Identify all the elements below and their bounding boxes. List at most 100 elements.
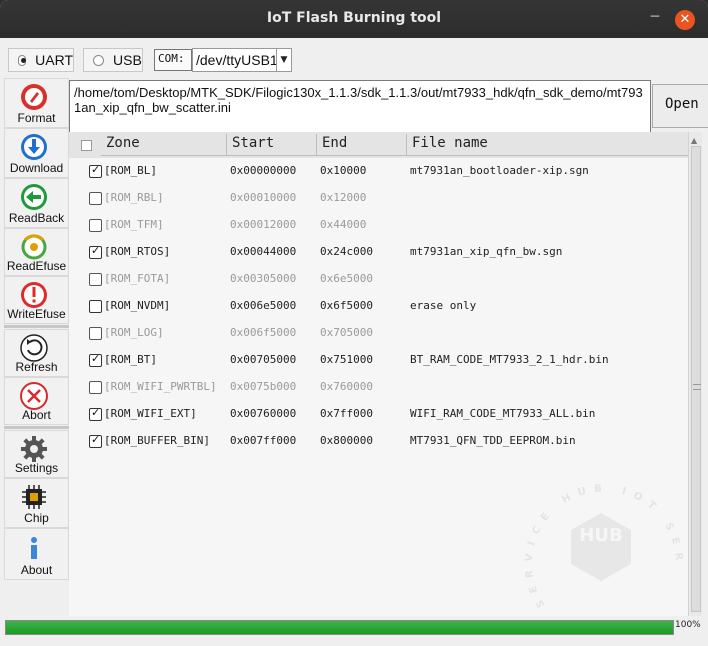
title-bar: IoT Flash Burning tool ─ ✕ [0,0,708,38]
chip-icon [22,485,46,509]
readback-button[interactable]: ReadBack [4,178,69,228]
row-checkbox[interactable] [89,273,102,286]
format-button[interactable]: Format [4,78,69,128]
start-cell: 0x00012000 [230,218,297,231]
minimize-button[interactable]: ─ [647,10,663,28]
usb-radio-option[interactable]: USB [83,48,143,72]
zone-cell: [ROM_WIFI_EXT] [104,407,197,420]
row-checkbox[interactable] [89,327,102,340]
table-row[interactable]: [ROM_BT] 0x00705000 0x751000 BT_RAM_CODE_MT… [69,347,688,374]
end-cell: 0x12000 [320,191,367,204]
row-checkbox[interactable] [89,381,102,394]
start-cell: 0x00010000 [230,191,297,204]
about-button[interactable]: About [4,528,69,580]
uart-radio-option[interactable]: UART [8,48,74,72]
table-row[interactable]: [ROM_RTOS] 0x00044000 0x24c000 mt7931an_xip… [69,239,688,266]
zone-cell: [ROM_LOG] [104,326,164,339]
open-button[interactable]: Open [652,84,708,128]
download-icon [21,134,47,160]
usb-label: USB [113,52,142,68]
progress-bar [5,620,674,635]
zone-cell: [ROM_BL] [104,164,157,177]
row-checkbox[interactable] [89,219,102,232]
end-cell: 0x7ff000 [320,407,373,420]
refresh-label: Refresh [15,360,58,374]
start-cell: 0x00305000 [230,272,297,285]
end-cell: 0x800000 [320,434,373,447]
abort-button[interactable]: Abort [4,377,69,425]
app-window: IoT Flash Burning tool ─ ✕ UART USB COM:… [0,0,708,646]
window-title: IoT Flash Burning tool [266,10,442,26]
scrollbar-grip [693,384,701,390]
write-efuse-button[interactable]: WriteEfuse [4,276,69,324]
read-efuse-label: ReadEfuse [6,259,67,273]
zone-cell: [ROM_NVDM] [104,299,171,312]
start-cell: 0x00000000 [230,164,297,177]
table-row[interactable]: [ROM_NVDM] 0x006e5000 0x6f5000 erase only [69,293,688,320]
file-name-cell: mt7931an_xip_qfn_bw.sgn [410,245,563,258]
end-cell: 0x760000 [320,380,373,393]
row-checkbox[interactable] [89,192,102,205]
start-cell: 0x007ff000 [230,434,297,447]
vertical-scrollbar[interactable]: ▲ [688,132,702,616]
abort-icon [20,382,48,410]
readback-icon [21,184,47,210]
table-row[interactable]: [ROM_WIFI_PWRTBL] 0x0075b000 0x760000 [69,374,688,401]
column-header-end[interactable]: End [317,134,407,156]
end-cell: 0x44000 [320,218,367,231]
zone-cell: [ROM_BT] [104,353,157,366]
download-button[interactable]: Download [4,128,69,178]
row-checkbox[interactable] [89,406,102,421]
chevron-down-icon[interactable]: ▼ [276,49,291,71]
row-checkbox[interactable] [89,300,102,313]
column-header-file-name[interactable]: File name [407,134,688,156]
info-icon [31,537,37,559]
progress-percent: 100% [675,620,701,630]
gear-icon [21,436,47,462]
watermark-logo-letters: HUB [579,525,622,546]
sidebar-divider [4,325,69,328]
row-checkbox[interactable] [89,352,102,367]
usb-radio[interactable] [93,54,104,66]
end-cell: 0x751000 [320,353,373,366]
select-all-checkbox[interactable] [81,140,92,151]
table-row[interactable]: [ROM_RBL] 0x00010000 0x12000 [69,185,688,212]
file-name-cell: WIFI_RAM_CODE_MT7933_ALL.bin [410,407,596,420]
column-header-start[interactable]: Start [227,134,317,156]
chip-button[interactable]: Chip [4,478,69,528]
row-checkbox[interactable] [89,433,102,448]
com-label: COM: [154,49,192,71]
row-checkbox[interactable] [89,244,102,259]
service-hub-watermark: SERVICE HUB IOT SERVICE HUB [515,455,676,609]
row-checkbox[interactable] [89,163,102,178]
table-row[interactable]: [ROM_WIFI_EXT] 0x00760000 0x7ff000 WIFI_RAM… [69,401,688,428]
column-header-zone[interactable]: Zone [101,134,227,156]
zone-cell: [ROM_RTOS] [104,245,171,258]
start-cell: 0x006f5000 [230,326,297,339]
table-row[interactable]: [ROM_BL] 0x00000000 0x10000 mt7931an_bootlo… [69,158,688,185]
chip-label: Chip [24,511,49,525]
zone-cell: [ROM_TFM] [104,218,164,231]
start-cell: 0x00044000 [230,245,297,258]
refresh-button[interactable]: Refresh [4,329,69,377]
zone-cell: [ROM_FOTA] [104,272,171,285]
table-row[interactable]: [ROM_TFM] 0x00012000 0x44000 [69,212,688,239]
scatter-file-path-field[interactable]: /home/tom/Desktop/MTK_SDK/Filogic130x_1.… [69,80,651,135]
uart-label: UART [35,52,73,68]
table-row[interactable]: [ROM_FOTA] 0x00305000 0x6e5000 [69,266,688,293]
table-row[interactable]: [ROM_LOG] 0x006f5000 0x705000 [69,320,688,347]
refresh-icon [20,334,48,362]
settings-button[interactable]: Settings [4,430,69,478]
scroll-up-icon[interactable]: ▲ [691,136,701,145]
read-efuse-button[interactable]: ReadEfuse [4,228,69,276]
end-cell: 0x10000 [320,164,367,177]
scrollbar-thumb[interactable] [691,146,701,612]
write-efuse-icon [21,282,47,308]
uart-radio[interactable] [18,54,27,66]
end-cell: 0x6e5000 [320,272,373,285]
file-name-cell: MT7931_QFN_TDD_EEPROM.bin [410,434,576,447]
table-header: Zone Start End File name [69,132,688,158]
table-row[interactable]: [ROM_BUFFER_BIN] 0x007ff000 0x800000 MT7931… [69,428,688,455]
close-button[interactable]: ✕ [675,10,695,30]
end-cell: 0x705000 [320,326,373,339]
